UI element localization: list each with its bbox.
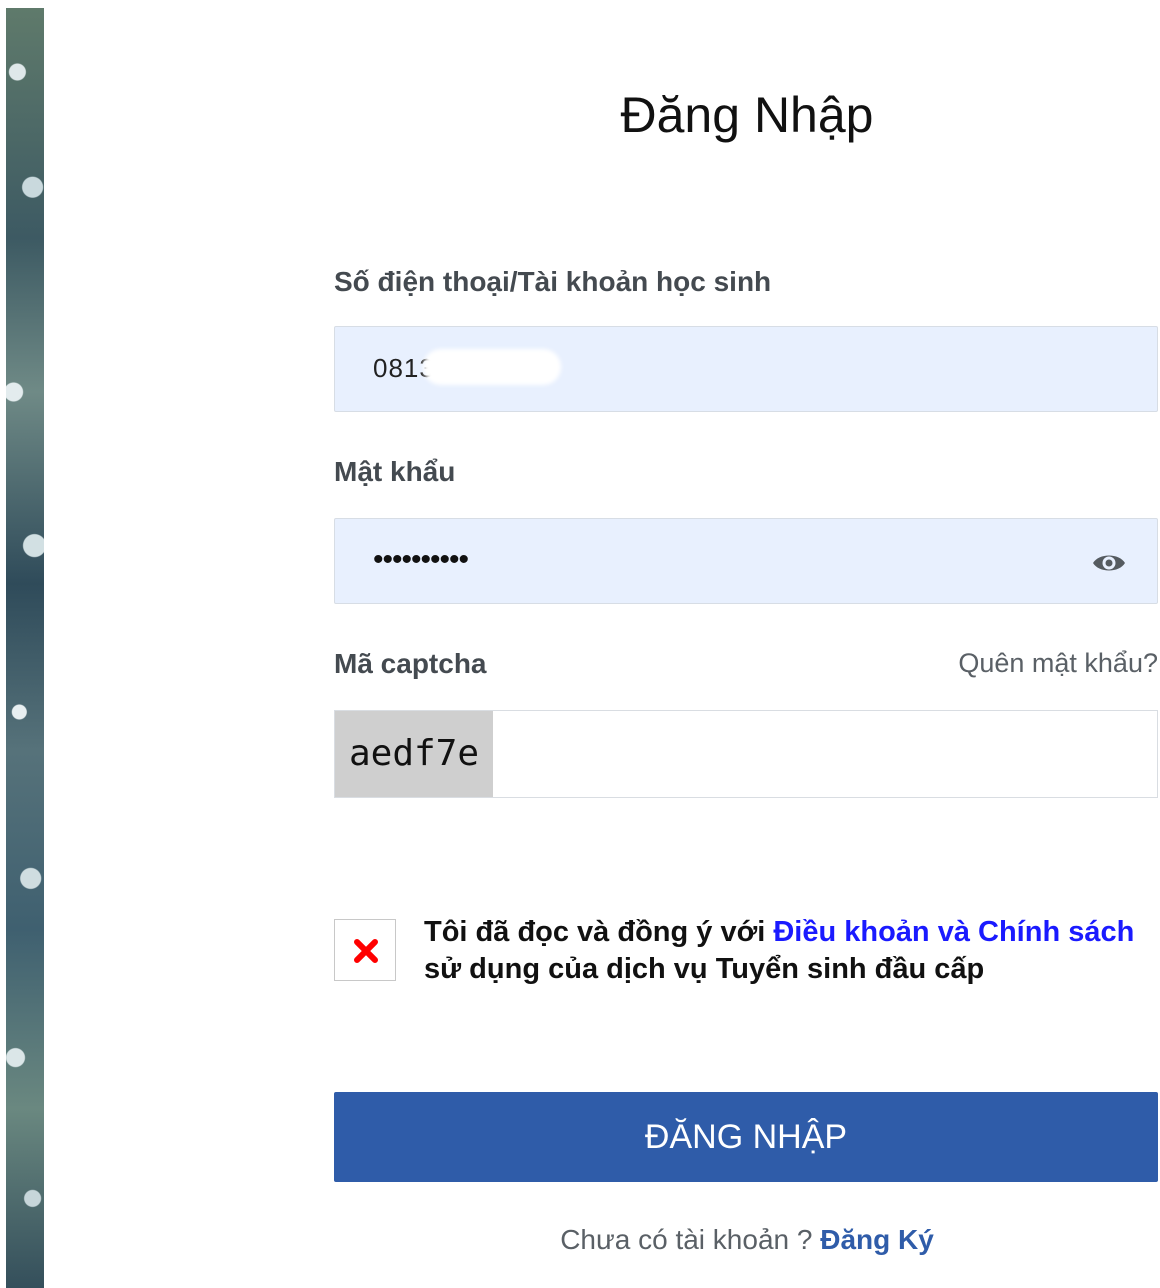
terms-text-after: sử dụng của dịch vụ Tuyển sinh đầu cấp xyxy=(424,953,985,985)
eye-icon[interactable] xyxy=(1091,549,1127,577)
captcha-image: aedf7e xyxy=(335,711,493,797)
password-input-value: •••••••••• xyxy=(373,543,469,576)
login-form: Đăng Nhập Số điện thoại/Tài khoản học si… xyxy=(334,0,1160,1288)
login-button[interactable]: ĐĂNG NHẬP xyxy=(334,1092,1158,1182)
redaction-blur xyxy=(423,349,561,385)
x-icon xyxy=(354,939,378,963)
terms-text-before: Tôi đã đọc và đồng ý với xyxy=(424,916,774,948)
captcha-field: aedf7e xyxy=(334,710,1159,799)
terms-checkbox[interactable] xyxy=(334,919,396,981)
forgot-password-link[interactable]: Quên mật khẩu? xyxy=(958,648,1158,679)
password-input[interactable]: •••••••••• xyxy=(334,518,1158,604)
password-label: Mật khẩu xyxy=(334,456,456,487)
signup-link[interactable]: Đăng Ký xyxy=(820,1224,934,1255)
terms-agreement: Tôi đã đọc và đồng ý với Điều khoản và C… xyxy=(334,914,1160,994)
account-input[interactable]: 0813 xyxy=(334,326,1158,412)
captcha-input[interactable] xyxy=(495,711,1159,799)
page-title: Đăng Nhập xyxy=(620,87,874,143)
captcha-label: Mã captcha xyxy=(334,648,487,679)
account-label: Số điện thoại/Tài khoản học sinh xyxy=(334,266,772,297)
background-photo-strip xyxy=(6,8,44,1288)
signup-prompt: Chưa có tài khoản ? xyxy=(560,1224,821,1255)
terms-link[interactable]: Điều khoản và Chính sách xyxy=(773,916,1134,948)
terms-text: Tôi đã đọc và đồng ý với Điều khoản và C… xyxy=(424,914,1160,988)
login-page: Đăng Nhập Số điện thoại/Tài khoản học si… xyxy=(0,0,1160,1288)
signup-row: Chưa có tài khoản ? Đăng Ký xyxy=(334,1224,1160,1256)
